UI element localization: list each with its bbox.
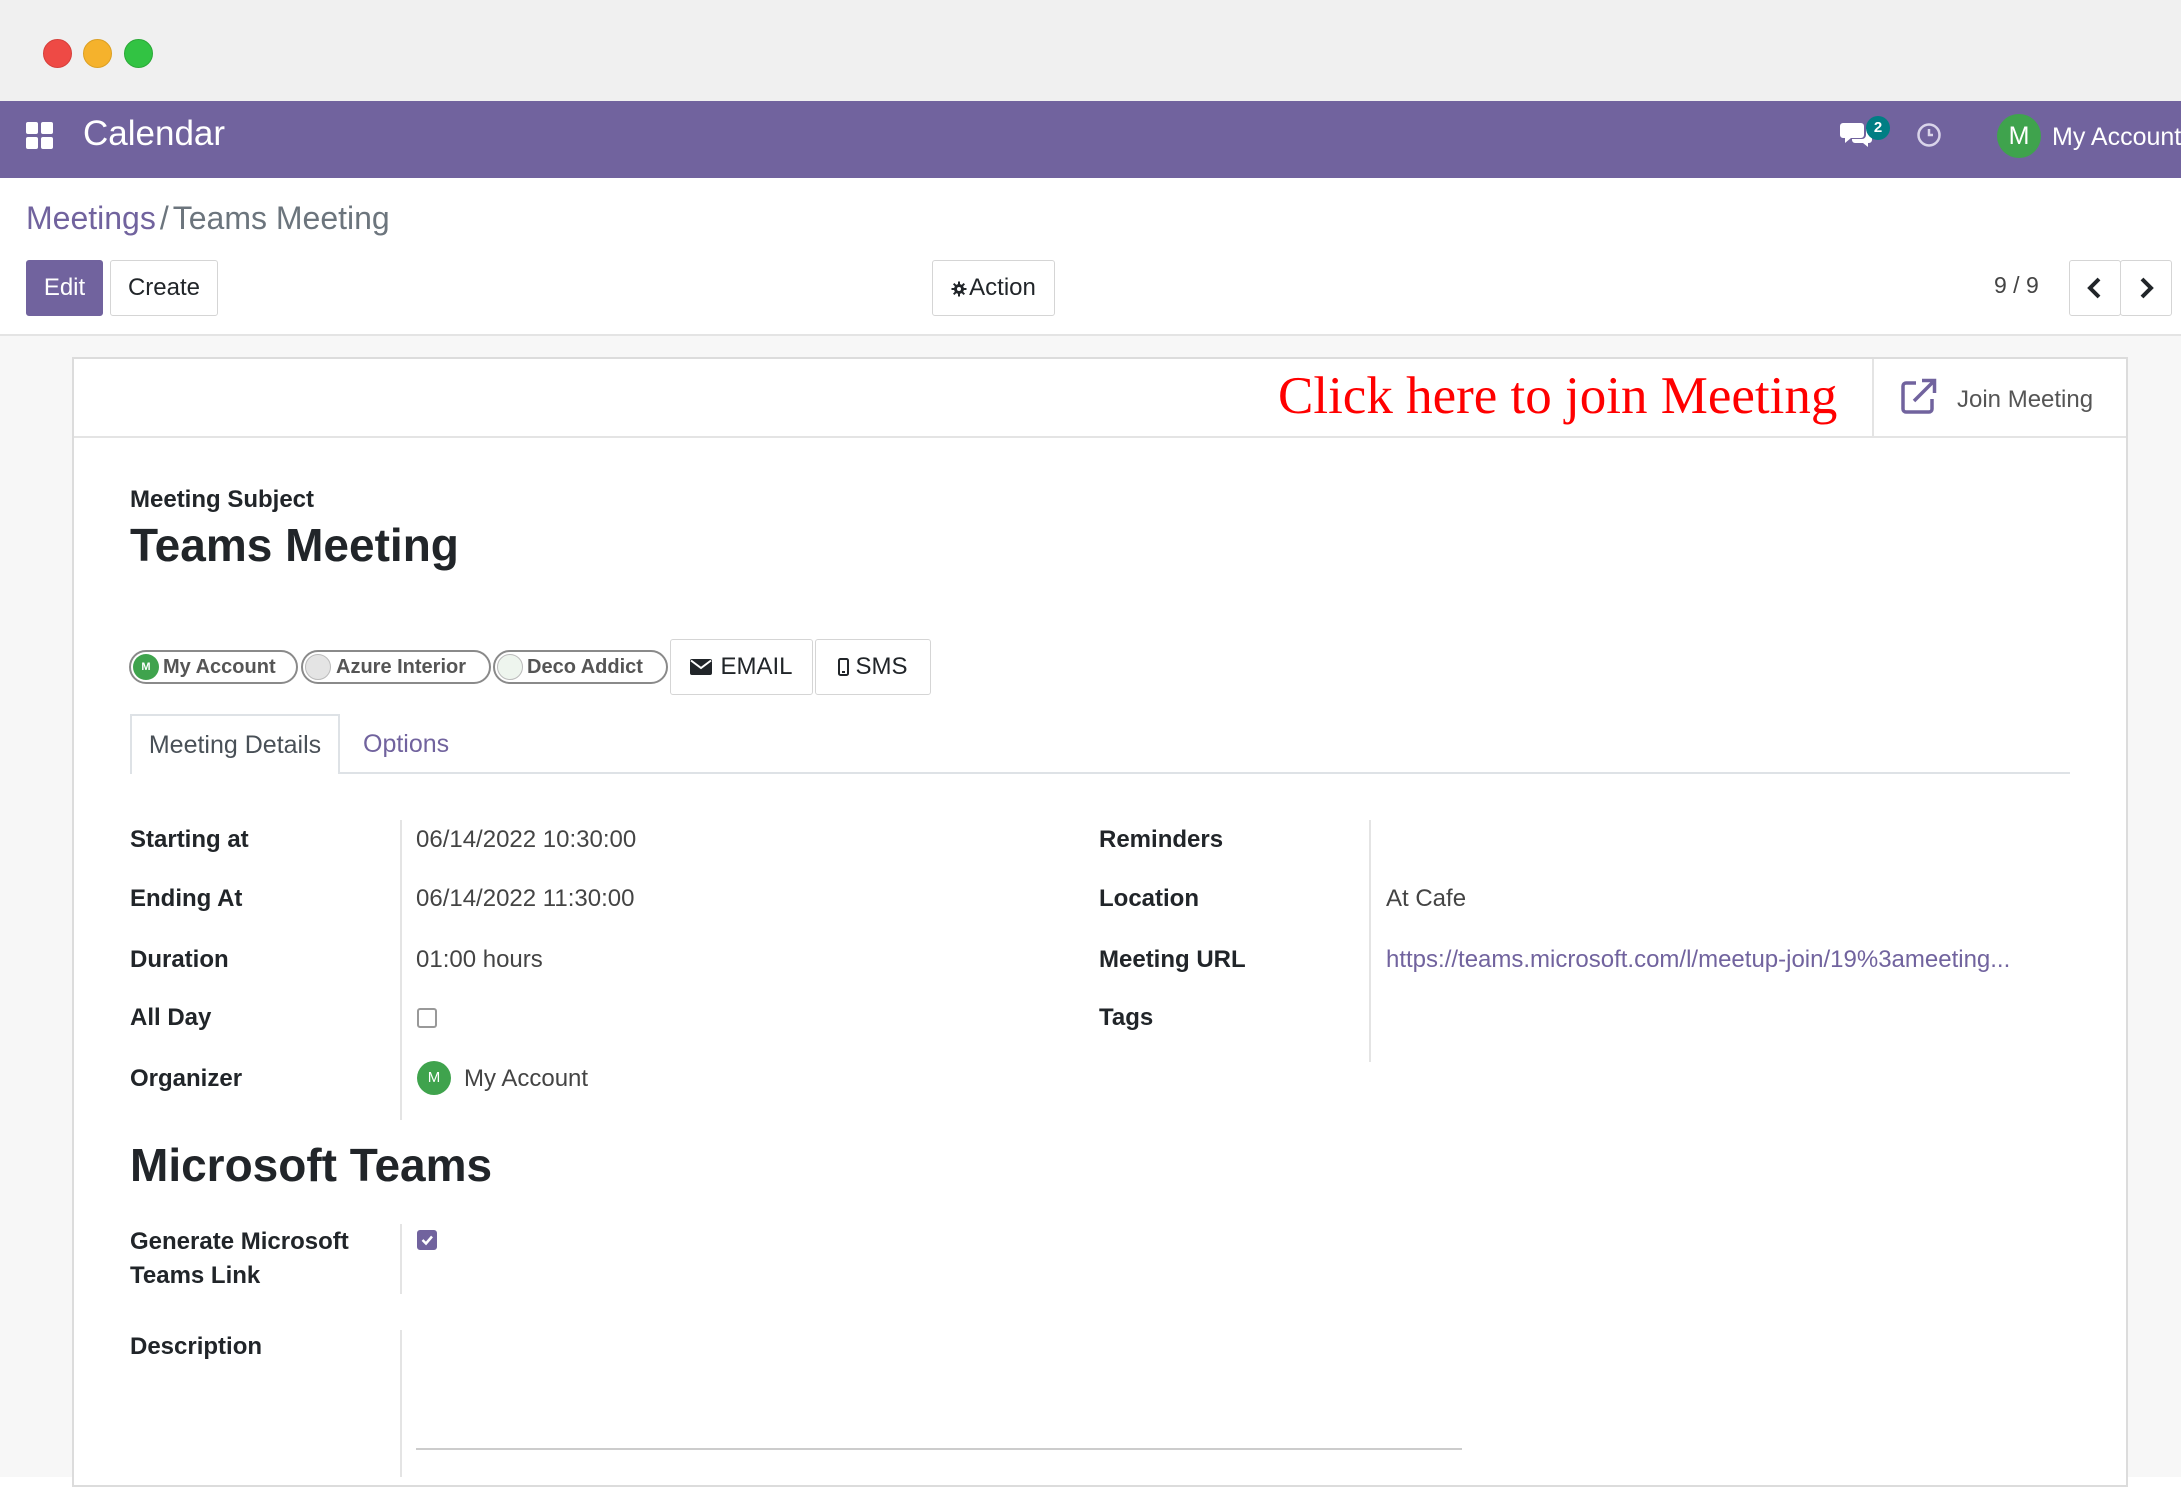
organizer-label: Organizer	[130, 1065, 243, 1092]
meeting-subject-value[interactable]: Teams Meeting	[130, 518, 459, 572]
tab-meeting-details[interactable]: Meeting Details	[130, 714, 340, 774]
generate-teams-link-label: Generate Microsoft Teams Link	[130, 1225, 349, 1293]
annotation-join-hint: Click here to join Meeting	[1278, 367, 1838, 425]
envelope-icon	[690, 659, 713, 675]
field-separator	[400, 1224, 402, 1294]
email-label: EMAIL	[720, 653, 793, 680]
breadcrumb: Meetings / Teams Meeting	[26, 200, 390, 237]
location-value[interactable]: At Cafe	[1386, 885, 1466, 913]
window-maximize-button[interactable]	[124, 39, 153, 68]
user-avatar[interactable]: M	[1997, 114, 2041, 158]
apps-menu-icon[interactable]	[26, 122, 54, 150]
starting-at-value[interactable]: 06/14/2022 10:30:00	[416, 826, 636, 854]
description-label: Description	[130, 1333, 263, 1360]
sms-label: SMS	[855, 653, 908, 680]
external-link-icon[interactable]	[1900, 377, 1938, 415]
generate-teams-link-checkbox[interactable]	[417, 1230, 437, 1250]
duration-value[interactable]: 01:00 hours	[416, 946, 543, 974]
tab-options[interactable]: Options	[363, 730, 449, 759]
attendee-avatar: M	[133, 654, 159, 680]
field-separator	[400, 1330, 402, 1477]
tabs-divider	[340, 772, 2070, 774]
window-close-button[interactable]	[43, 39, 72, 68]
chat-count-badge: 2	[1866, 116, 1890, 140]
attendee-name: Azure Interior	[336, 656, 467, 678]
all-day-checkbox[interactable]	[417, 1008, 437, 1028]
duration-label: Duration	[130, 946, 229, 973]
attendee-avatar	[497, 654, 523, 680]
tags-label: Tags	[1099, 1004, 1154, 1031]
generate-teams-link-label-line2: Teams Link	[130, 1262, 261, 1289]
action-label: Action	[969, 274, 1036, 301]
checkmark-icon	[421, 1235, 433, 1246]
activity-clock-icon[interactable]	[1916, 122, 1942, 148]
ending-at-label: Ending At	[130, 885, 243, 912]
starting-at-label: Starting at	[130, 826, 249, 853]
attendee-tag[interactable]: M My Account	[129, 650, 298, 684]
breadcrumb-meetings-link[interactable]: Meetings	[26, 200, 156, 236]
organizer-value[interactable]: My Account	[464, 1065, 588, 1093]
create-button[interactable]: Create	[110, 260, 218, 316]
attendee-name: Deco Addict	[527, 656, 643, 678]
attendee-tag[interactable]: Deco Addict	[493, 650, 668, 684]
pager-counter[interactable]: 9 / 9	[1994, 272, 2039, 299]
ending-at-value[interactable]: 06/14/2022 11:30:00	[416, 885, 634, 913]
sms-button[interactable]: SMS	[815, 639, 931, 695]
attendee-name: My Account	[163, 656, 276, 678]
user-menu-name[interactable]: My Account	[2052, 123, 2181, 152]
location-label: Location	[1099, 885, 1199, 912]
generate-teams-link-label-line1: Generate Microsoft	[130, 1228, 349, 1255]
meeting-url-link[interactable]: https://teams.microsoft.com/l/meetup-joi…	[1386, 946, 2010, 974]
join-meeting-label[interactable]: Join Meeting	[1957, 386, 2093, 414]
chevron-right-icon	[2140, 277, 2154, 299]
gear-icon	[951, 281, 967, 297]
window-minimize-button[interactable]	[83, 39, 112, 68]
all-day-label: All Day	[130, 1004, 212, 1031]
attendee-tag[interactable]: Azure Interior	[301, 650, 491, 684]
breadcrumb-current: Teams Meeting	[172, 200, 390, 236]
meeting-url-label: Meeting URL	[1099, 946, 1246, 973]
meeting-subject-label: Meeting Subject	[130, 486, 315, 513]
chevron-left-icon	[2087, 277, 2101, 299]
edit-button[interactable]: Edit	[26, 260, 103, 316]
pager-previous-button[interactable]	[2069, 260, 2121, 316]
window-titlebar	[0, 0, 2181, 101]
mobile-phone-icon	[838, 658, 850, 676]
statusbar-divider	[74, 436, 2126, 438]
attendee-avatar	[305, 654, 331, 680]
microsoft-teams-section-title: Microsoft Teams	[130, 1139, 493, 1191]
email-button[interactable]: EMAIL	[670, 639, 813, 695]
breadcrumb-separator: /	[159, 200, 169, 236]
pager-next-button[interactable]	[2120, 260, 2172, 316]
action-button[interactable]: Action	[932, 260, 1055, 316]
reminders-label: Reminders	[1099, 826, 1224, 853]
description-field[interactable]	[416, 1448, 1462, 1450]
field-separator	[400, 820, 402, 1120]
app-title[interactable]: Calendar	[83, 114, 225, 154]
field-separator	[1369, 820, 1371, 1062]
organizer-avatar: M	[417, 1061, 451, 1095]
